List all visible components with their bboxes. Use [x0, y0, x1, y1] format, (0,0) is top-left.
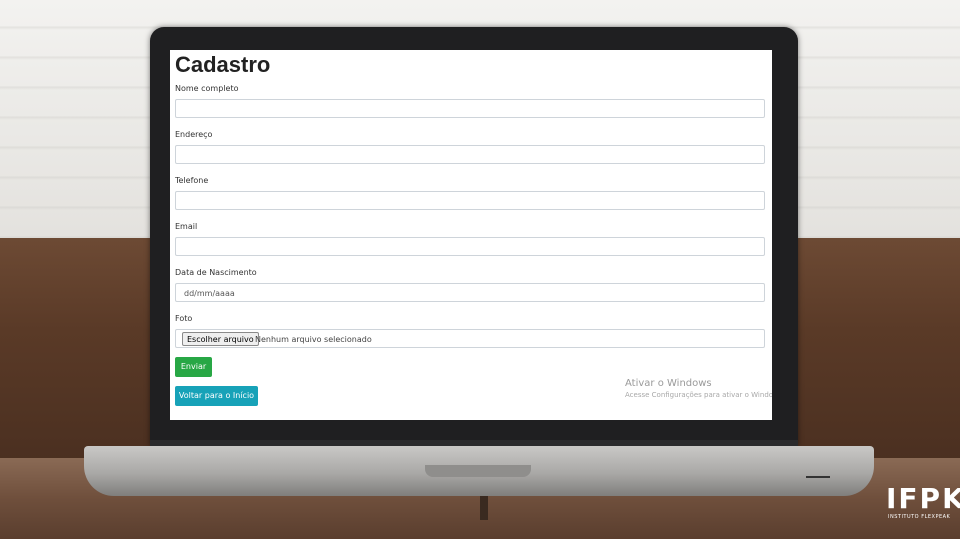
submit-button[interactable]: Enviar: [175, 357, 212, 377]
nome-completo-input[interactable]: [175, 99, 765, 118]
label-nome-completo: Nome completo: [175, 84, 239, 93]
laptop-notch: [425, 465, 531, 477]
telefone-input[interactable]: [175, 191, 765, 210]
activate-windows-title: Ativar o Windows: [625, 378, 712, 389]
page-title: Cadastro: [175, 52, 271, 77]
endereco-input[interactable]: [175, 145, 765, 164]
laptop-shadow: [480, 496, 488, 520]
data-nascimento-input[interactable]: dd/mm/aaaa: [175, 283, 765, 302]
choose-file-button[interactable]: Escolher arquivo: [182, 332, 259, 346]
file-status-text: Nenhum arquivo selecionado: [255, 335, 372, 344]
label-email: Email: [175, 222, 198, 231]
logo-subtitle: INSTITUTO FLEXPEAK: [888, 514, 951, 520]
label-endereco: Endereço: [175, 130, 213, 139]
back-home-button[interactable]: Voltar para o Início: [175, 386, 258, 406]
ifpk-logo: IFPK INSTITUTO FLEXPEAK: [884, 482, 960, 522]
label-telefone: Telefone: [175, 176, 209, 185]
email-input[interactable]: [175, 237, 765, 256]
label-foto: Foto: [175, 314, 193, 323]
data-nascimento-placeholder: dd/mm/aaaa: [184, 289, 235, 298]
foto-file-input[interactable]: Escolher arquivo Nenhum arquivo selecion…: [175, 329, 765, 348]
screen: Cadastro Nome completo Endereço Telefone…: [170, 50, 772, 420]
logo-letters: IFPK: [886, 482, 960, 515]
activate-windows-subtitle: Acesse Configurações para ativar o Windo…: [625, 391, 772, 399]
laptop-status-light: [806, 476, 830, 478]
label-data-nascimento: Data de Nascimento: [175, 268, 257, 277]
